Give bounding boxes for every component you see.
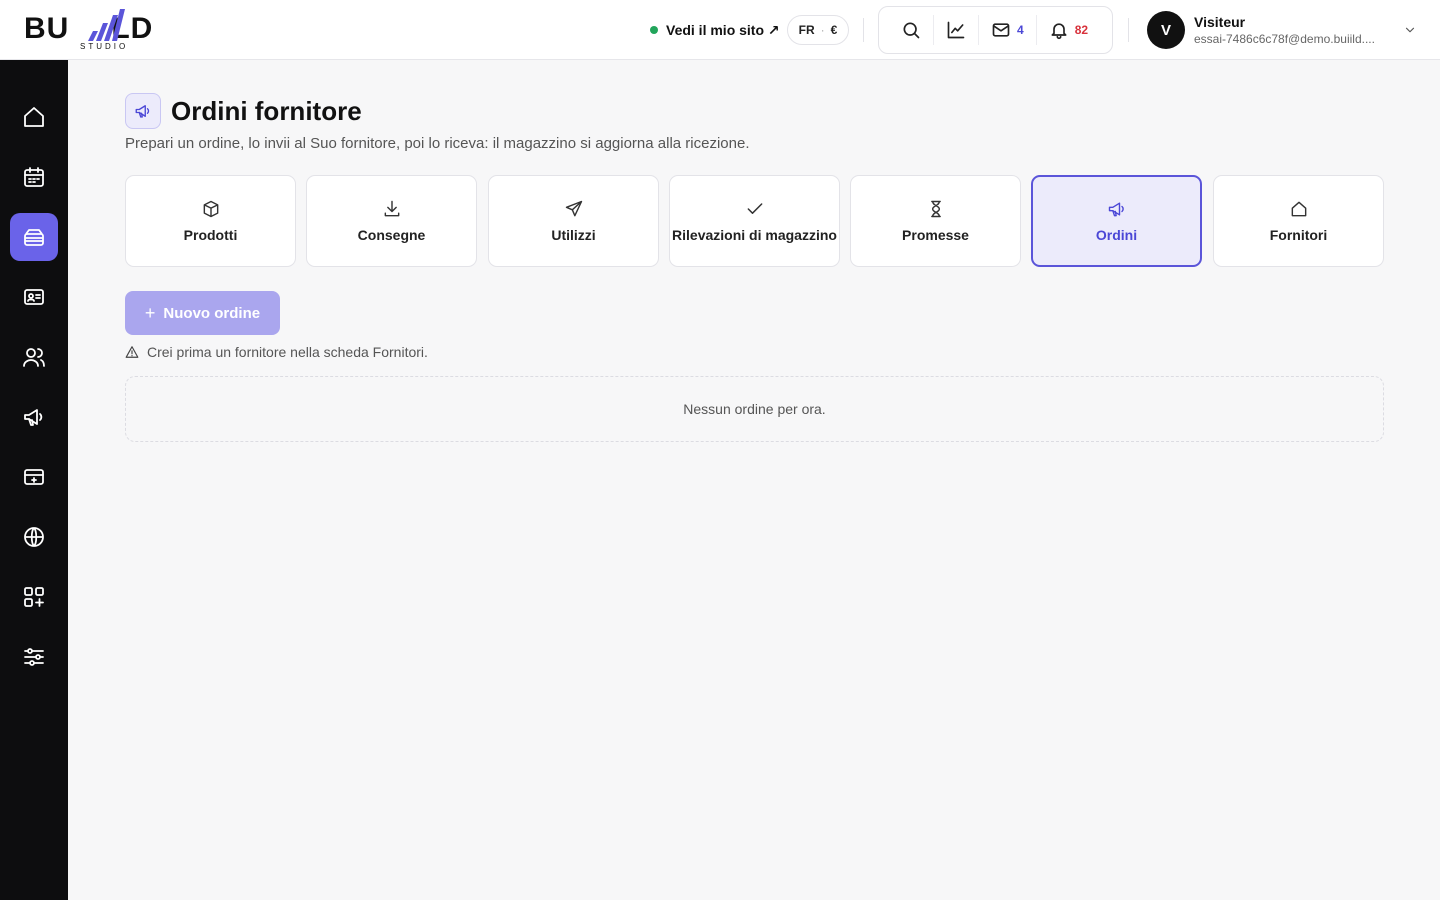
- tab-label: Ordini: [1095, 226, 1138, 243]
- view-my-site-link[interactable]: Vedi il mio sito ↗: [650, 20, 780, 40]
- tab-label: Prodotti: [183, 226, 238, 243]
- chevron-down-icon[interactable]: [1403, 23, 1417, 37]
- messages-count-badge: 4: [1017, 23, 1024, 37]
- settings-sliders-icon: [24, 648, 44, 666]
- send-icon: [565, 200, 582, 216]
- statistics-button[interactable]: [933, 15, 978, 45]
- sidebar-item-apps[interactable]: [10, 573, 58, 621]
- calendar-icon: [24, 167, 44, 187]
- site-status-dot: [650, 26, 658, 34]
- home-icon: [24, 107, 44, 127]
- users-icon: [23, 348, 45, 367]
- megaphone-icon: [1108, 201, 1124, 216]
- user-menu[interactable]: V Visiteur essai-7486c6c78f@demo.buiild.…: [1147, 11, 1417, 49]
- plus-icon: +: [144, 302, 156, 323]
- chart-icon: [947, 21, 965, 39]
- sidebar-item-website[interactable]: [10, 513, 58, 561]
- home-icon: [1291, 201, 1306, 216]
- globe-icon: [24, 527, 44, 547]
- header-toolbar: 4 82: [878, 6, 1113, 54]
- sidebar-item-contacts[interactable]: [10, 273, 58, 321]
- contact-card-icon: [24, 289, 44, 305]
- search-button[interactable]: [889, 15, 933, 45]
- logo-text-left: BU: [24, 12, 70, 45]
- currency-symbol: €: [830, 23, 838, 37]
- avatar: V: [1147, 11, 1185, 49]
- tab-label: Fornitori: [1269, 226, 1328, 243]
- sidebar-item-calendar[interactable]: [10, 153, 58, 201]
- tab-label: Promesse: [902, 226, 969, 243]
- sidebar-item-settings[interactable]: [10, 633, 58, 681]
- top-header: BULD STUDIO Vedi il mio sito ↗ FR · € 4: [0, 0, 1440, 60]
- inventory-tabs: Prodotti Consegne Utilizzi Rilevazioni d…: [125, 175, 1384, 267]
- megaphone-icon: [24, 409, 43, 426]
- user-info: Visiteur essai-7486c6c78f@demo.buiild...…: [1194, 13, 1394, 47]
- supplier-warning: Crei prima un fornitore nella scheda For…: [125, 343, 428, 361]
- bell-icon: [1051, 23, 1067, 40]
- download-icon: [384, 200, 399, 216]
- sidebar-item-payments[interactable]: [10, 453, 58, 501]
- tab-rilevazioni-di-magazzino[interactable]: Rilevazioni di magazzino: [669, 175, 840, 267]
- check-icon: [747, 202, 762, 214]
- notifications-count-badge: 82: [1074, 23, 1089, 37]
- sidebar-item-inventory[interactable]: [10, 213, 58, 261]
- empty-state-text: Nessun ordine per ora.: [683, 401, 826, 417]
- payment-icon: [24, 469, 44, 485]
- header-divider: [863, 18, 864, 42]
- warning-icon: [125, 346, 139, 358]
- box-icon: [203, 200, 218, 217]
- warning-text: Crei prima un fornitore nella scheda For…: [147, 344, 428, 360]
- logo-bars-icon: [88, 9, 125, 41]
- user-email: essai-7486c6c78f@demo.buiild....: [1194, 32, 1375, 46]
- language-code: FR: [798, 23, 815, 37]
- search-icon: [903, 22, 920, 39]
- view-my-site-label: Vedi il mio sito ↗: [666, 21, 780, 38]
- language-currency-selector[interactable]: FR · €: [787, 15, 849, 45]
- tab-promesse[interactable]: Promesse: [850, 175, 1021, 267]
- tab-ordini[interactable]: Ordini: [1031, 175, 1202, 267]
- tab-fornitori[interactable]: Fornitori: [1213, 175, 1384, 267]
- tab-utilizzi[interactable]: Utilizzi: [488, 175, 659, 267]
- sidebar-item-home[interactable]: [10, 93, 58, 141]
- new-order-button[interactable]: + Nuovo ordine: [125, 291, 280, 335]
- page-subtitle: Prepari un ordine, lo invii al Suo forni…: [125, 135, 750, 152]
- mail-icon: [992, 23, 1010, 37]
- new-order-label: Nuovo ordine: [163, 304, 261, 322]
- orders-empty-state: Nessun ordine per ora.: [125, 376, 1384, 442]
- user-name: Visiteur: [1194, 14, 1246, 30]
- build-studio-logo[interactable]: BU LD STUDIO: [24, 9, 184, 53]
- notifications-button[interactable]: 82: [1035, 15, 1100, 45]
- page-title: Ordini fornitore: [171, 96, 362, 126]
- header-divider: [1128, 18, 1129, 42]
- sidebar-item-users[interactable]: [10, 333, 58, 381]
- tab-prodotti[interactable]: Prodotti: [125, 175, 296, 267]
- tab-consegne[interactable]: Consegne: [306, 175, 477, 267]
- logo-subtitle: STUDIO: [80, 42, 129, 51]
- apps-add-icon: [24, 587, 44, 607]
- megaphone-icon: [135, 105, 150, 118]
- hourglass-icon: [930, 200, 941, 217]
- sidebar: [0, 60, 68, 900]
- tab-label: Rilevazioni di magazzino: [672, 226, 837, 243]
- tab-label: Consegne: [357, 226, 426, 243]
- locale-separator: ·: [820, 23, 825, 37]
- messages-button[interactable]: 4: [978, 15, 1036, 45]
- sidebar-item-marketing[interactable]: [10, 393, 58, 441]
- page-title-icon: [125, 93, 161, 129]
- tab-label: Utilizzi: [551, 226, 596, 243]
- inventory-icon: [24, 229, 44, 246]
